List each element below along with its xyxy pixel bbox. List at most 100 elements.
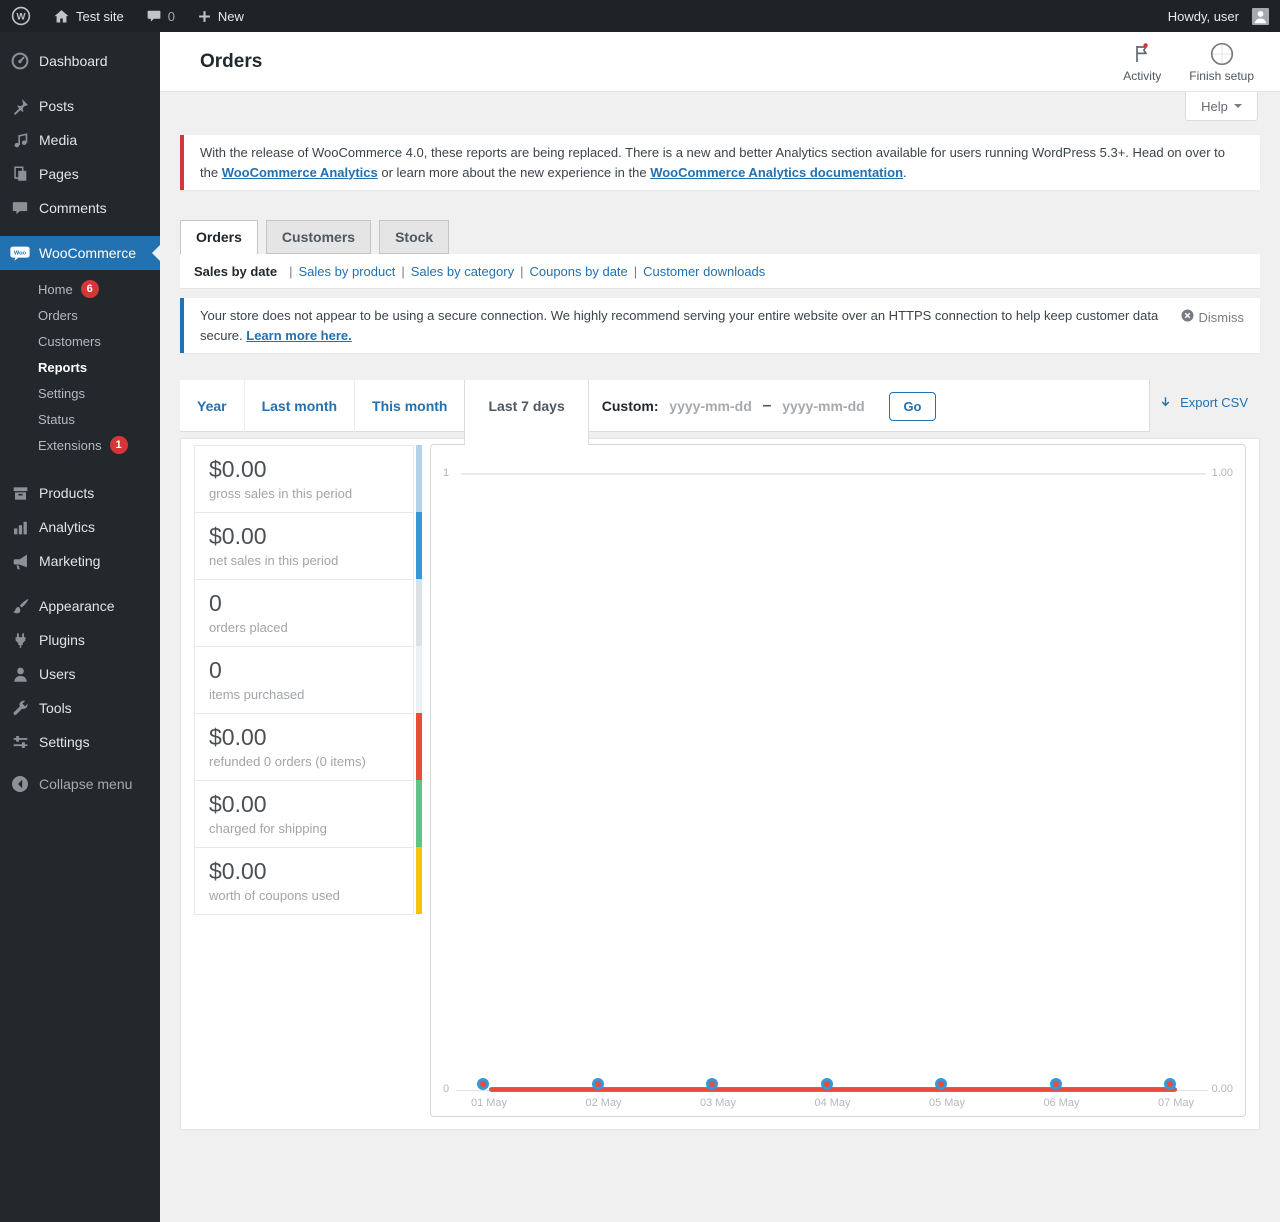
submenu-item-reports[interactable]: Reports [0, 354, 160, 380]
setup-progress-circle-icon [1209, 41, 1235, 67]
svg-text:Woo: Woo [14, 251, 27, 257]
x-axis-label: 01 May [457, 1097, 521, 1109]
y-axis-tick: 1 [443, 467, 449, 479]
stat-worth-of-coupons-used[interactable]: $0.00worth of coupons used [194, 847, 414, 915]
stat-gross-sales-in-this-period[interactable]: $0.00gross sales in this period [194, 445, 414, 513]
tab-orders[interactable]: Orders [180, 220, 258, 255]
menu-separator [0, 78, 160, 89]
range-tab-last-7-days[interactable]: Last 7 days [464, 380, 588, 445]
submenu-item-orders[interactable]: Orders [0, 302, 160, 328]
subnav-link-sales-by-category[interactable]: Sales by category [411, 264, 514, 279]
wordpress-logo[interactable]: W [0, 0, 42, 32]
woocommerce-analytics-link[interactable]: WooCommerce Analytics [222, 165, 378, 180]
products-icon [9, 483, 31, 503]
date-to-input[interactable] [777, 398, 869, 414]
analytics-documentation-link[interactable]: WooCommerce Analytics documentation [650, 165, 903, 180]
sidebar-item-comments[interactable]: Comments [0, 191, 160, 225]
comments-counter[interactable]: 0 [135, 0, 186, 32]
sidebar-item-appearance[interactable]: Appearance [0, 589, 160, 623]
tab-stock[interactable]: Stock [379, 220, 449, 254]
chart-point-02-may [595, 1081, 601, 1087]
learn-more-link[interactable]: Learn more here. [246, 328, 352, 343]
chart-point-07-may [1167, 1081, 1173, 1087]
subnav-link-coupons-by-date[interactable]: Coupons by date [529, 264, 627, 279]
submenu-item-customers[interactable]: Customers [0, 328, 160, 354]
stat-items-purchased[interactable]: 0items purchased [194, 646, 414, 714]
svg-text:W: W [17, 12, 26, 23]
stat-color-bar [416, 646, 422, 713]
comments-count: 0 [168, 9, 175, 24]
sales-report-widget: $0.00gross sales in this period$0.00net … [180, 438, 1260, 1130]
stat-color-bar [416, 847, 422, 914]
stat-orders-placed[interactable]: 0orders placed [194, 579, 414, 647]
x-axis-label: 02 May [572, 1097, 636, 1109]
admin-bar-left: W Test site 0 New [0, 0, 255, 32]
sidebar-item-posts[interactable]: Posts [0, 89, 160, 123]
sidebar-item-users[interactable]: Users [0, 657, 160, 691]
header-actions: Activity Finish setup [1123, 41, 1280, 83]
page-body: With the release of WooCommerce 4.0, the… [160, 135, 1280, 1130]
sidebar-item-tools[interactable]: Tools [0, 691, 160, 725]
avatar [1252, 8, 1269, 25]
stat-net-sales-in-this-period[interactable]: $0.00net sales in this period [194, 512, 414, 580]
range-tab-this-month[interactable]: This month [355, 380, 465, 432]
sidebar-item-analytics[interactable]: Analytics [0, 510, 160, 544]
report-subnav: Sales by date|Sales by product|Sales by … [180, 254, 1260, 289]
help-dropdown[interactable]: Help [1185, 92, 1258, 121]
site-name-link[interactable]: Test site [42, 0, 135, 32]
chart-point-01-may [480, 1081, 486, 1087]
sidebar-item-marketing[interactable]: Marketing [0, 544, 160, 578]
subnav-link-sales-by-product[interactable]: Sales by product [299, 264, 396, 279]
count-badge: 1 [110, 436, 128, 454]
stat-label: orders placed [209, 620, 399, 635]
collapse-menu-button[interactable]: Collapse menu [0, 767, 160, 801]
date-from-input[interactable] [665, 398, 757, 414]
subnav-separator: | [520, 264, 523, 279]
my-account-menu[interactable]: Howdy, user [1157, 0, 1280, 32]
submenu-item-label: Reports [38, 360, 87, 375]
content-area: Orders Activity Finish setup Help With t… [160, 32, 1280, 1222]
submenu-item-settings[interactable]: Settings [0, 380, 160, 406]
export-csv-link[interactable]: Export CSV [1158, 395, 1248, 410]
finish-setup-button[interactable]: Finish setup [1189, 41, 1254, 83]
stat-value: $0.00 [209, 523, 399, 550]
stat-label: charged for shipping [209, 821, 399, 836]
tab-customers[interactable]: Customers [266, 220, 371, 254]
sidebar-item-dashboard[interactable]: Dashboard [0, 44, 160, 78]
submenu-item-label: Orders [38, 308, 78, 323]
sidebar-item-pages[interactable]: Pages [0, 157, 160, 191]
subnav-separator: | [634, 264, 637, 279]
range-tab-last-month[interactable]: Last month [245, 380, 355, 432]
subnav-link-customer-downloads[interactable]: Customer downloads [643, 264, 765, 279]
admin-bar: W Test site 0 New Howdy, user [0, 0, 1280, 32]
sidebar-item-woocommerce[interactable]: WooWooCommerce [0, 236, 160, 270]
submenu-item-status[interactable]: Status [0, 406, 160, 432]
stat-label: items purchased [209, 687, 399, 702]
menu-separator [0, 225, 160, 236]
stat-charged-for-shipping[interactable]: $0.00charged for shipping [194, 780, 414, 848]
go-button[interactable]: Go [889, 392, 935, 421]
submenu-item-home[interactable]: Home6 [0, 276, 160, 302]
sidebar-item-label: Settings [39, 734, 90, 750]
submenu-item-extensions[interactable]: Extensions1 [0, 432, 160, 458]
sidebar-item-settings[interactable]: Settings [0, 725, 160, 759]
analytics-icon [9, 517, 31, 537]
admin-bar-right: Howdy, user [1157, 0, 1280, 32]
comment-bubble-icon [146, 8, 162, 24]
stat-label: worth of coupons used [209, 888, 399, 903]
chart-point-04-may [824, 1081, 830, 1087]
sidebar-item-plugins[interactable]: Plugins [0, 623, 160, 657]
range-tab-year[interactable]: Year [180, 380, 245, 432]
sidebar-item-media[interactable]: Media [0, 123, 160, 157]
count-badge: 6 [81, 280, 99, 298]
stat-refunded-0-orders-0-items-[interactable]: $0.00refunded 0 orders (0 items) [194, 713, 414, 781]
activity-button[interactable]: Activity [1123, 41, 1161, 83]
sidebar-item-label: Products [39, 485, 94, 501]
y-axis-tick: 0.00 [1212, 1083, 1233, 1095]
dismiss-button[interactable]: Dismiss [1180, 306, 1245, 345]
sidebar-item-products[interactable]: Products [0, 476, 160, 510]
sidebar: Dashboard PostsMediaPagesComments WooWooCo… [0, 32, 160, 1222]
submenu-item-label: Settings [38, 386, 85, 401]
new-content-menu[interactable]: New [186, 0, 255, 32]
comments-icon [9, 198, 31, 218]
